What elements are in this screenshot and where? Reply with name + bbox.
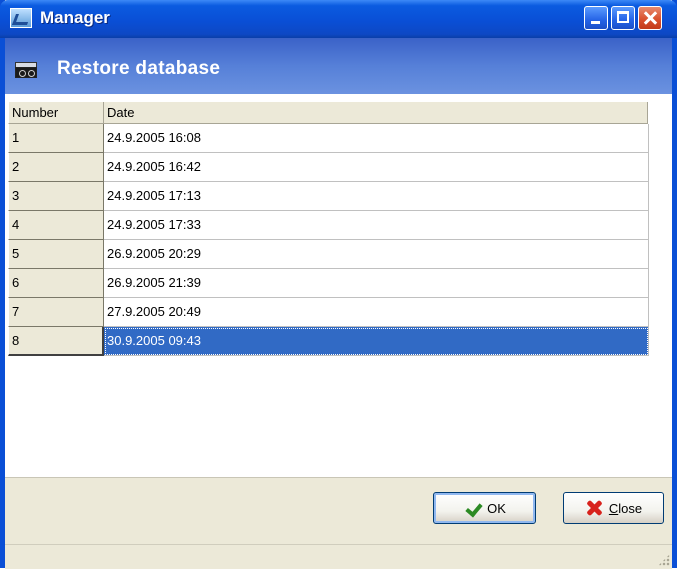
red-x-icon [585, 499, 603, 517]
window-title: Manager [40, 8, 110, 27]
row-number-cell[interactable]: 8 [8, 327, 104, 356]
column-header-date[interactable]: Date [104, 102, 648, 124]
table-row[interactable]: 8 30.9.2005 09:43 [8, 327, 649, 356]
row-number-cell[interactable]: 1 [8, 124, 104, 153]
row-number-cell[interactable]: 3 [8, 182, 104, 211]
row-number-cell[interactable]: 6 [8, 269, 104, 298]
table-row[interactable]: 1 24.9.2005 16:08 [8, 124, 649, 153]
row-number-cell[interactable]: 7 [8, 298, 104, 327]
database-icon [15, 62, 37, 78]
row-date-cell[interactable]: 26.9.2005 20:29 [104, 240, 649, 269]
app-icon [10, 8, 32, 28]
maximize-button[interactable] [611, 6, 635, 30]
resize-grip-icon[interactable] [658, 554, 670, 566]
row-date-cell[interactable]: 24.9.2005 17:13 [104, 182, 649, 211]
row-date-cell[interactable]: 24.9.2005 16:42 [104, 153, 649, 182]
row-number-cell[interactable]: 4 [8, 211, 104, 240]
table-row[interactable]: 5 26.9.2005 20:29 [8, 240, 649, 269]
table-row[interactable]: 6 26.9.2005 21:39 [8, 269, 649, 298]
table-row[interactable]: 4 24.9.2005 17:33 [8, 211, 649, 240]
title-bar[interactable]: Manager [0, 0, 677, 38]
table-row[interactable]: 2 24.9.2005 16:42 [8, 153, 649, 182]
checkmark-icon [463, 500, 481, 516]
ok-button[interactable]: OK [433, 492, 536, 524]
dialog-header: Restore database [5, 38, 672, 94]
manager-window: Manager Restore database Number Date 1 24… [0, 0, 677, 569]
row-number-cell[interactable]: 2 [8, 153, 104, 182]
row-date-cell[interactable]: 26.9.2005 21:39 [104, 269, 649, 298]
row-number-cell[interactable]: 5 [8, 240, 104, 269]
ok-button-label: OK [487, 500, 506, 516]
table-row[interactable]: 7 27.9.2005 20:49 [8, 298, 649, 327]
close-window-button[interactable] [638, 6, 662, 30]
row-date-cell[interactable]: 27.9.2005 20:49 [104, 298, 649, 327]
close-button-label: Close [608, 500, 643, 516]
close-button[interactable]: Close [563, 492, 664, 524]
column-header-number[interactable]: Number [8, 102, 104, 124]
row-date-cell[interactable]: 24.9.2005 17:33 [104, 211, 649, 240]
dialog-footer: OK Close [5, 477, 672, 545]
minimize-button[interactable] [584, 6, 608, 30]
table-row[interactable]: 3 24.9.2005 17:13 [8, 182, 649, 211]
row-date-cell[interactable]: 30.9.2005 09:43 [104, 327, 649, 356]
row-date-cell[interactable]: 24.9.2005 16:08 [104, 124, 649, 153]
status-bar [5, 544, 672, 569]
backup-grid[interactable]: Number Date 1 24.9.2005 16:08 2 24.9.2005 1… [5, 94, 672, 477]
dialog-title: Restore database [57, 58, 221, 79]
